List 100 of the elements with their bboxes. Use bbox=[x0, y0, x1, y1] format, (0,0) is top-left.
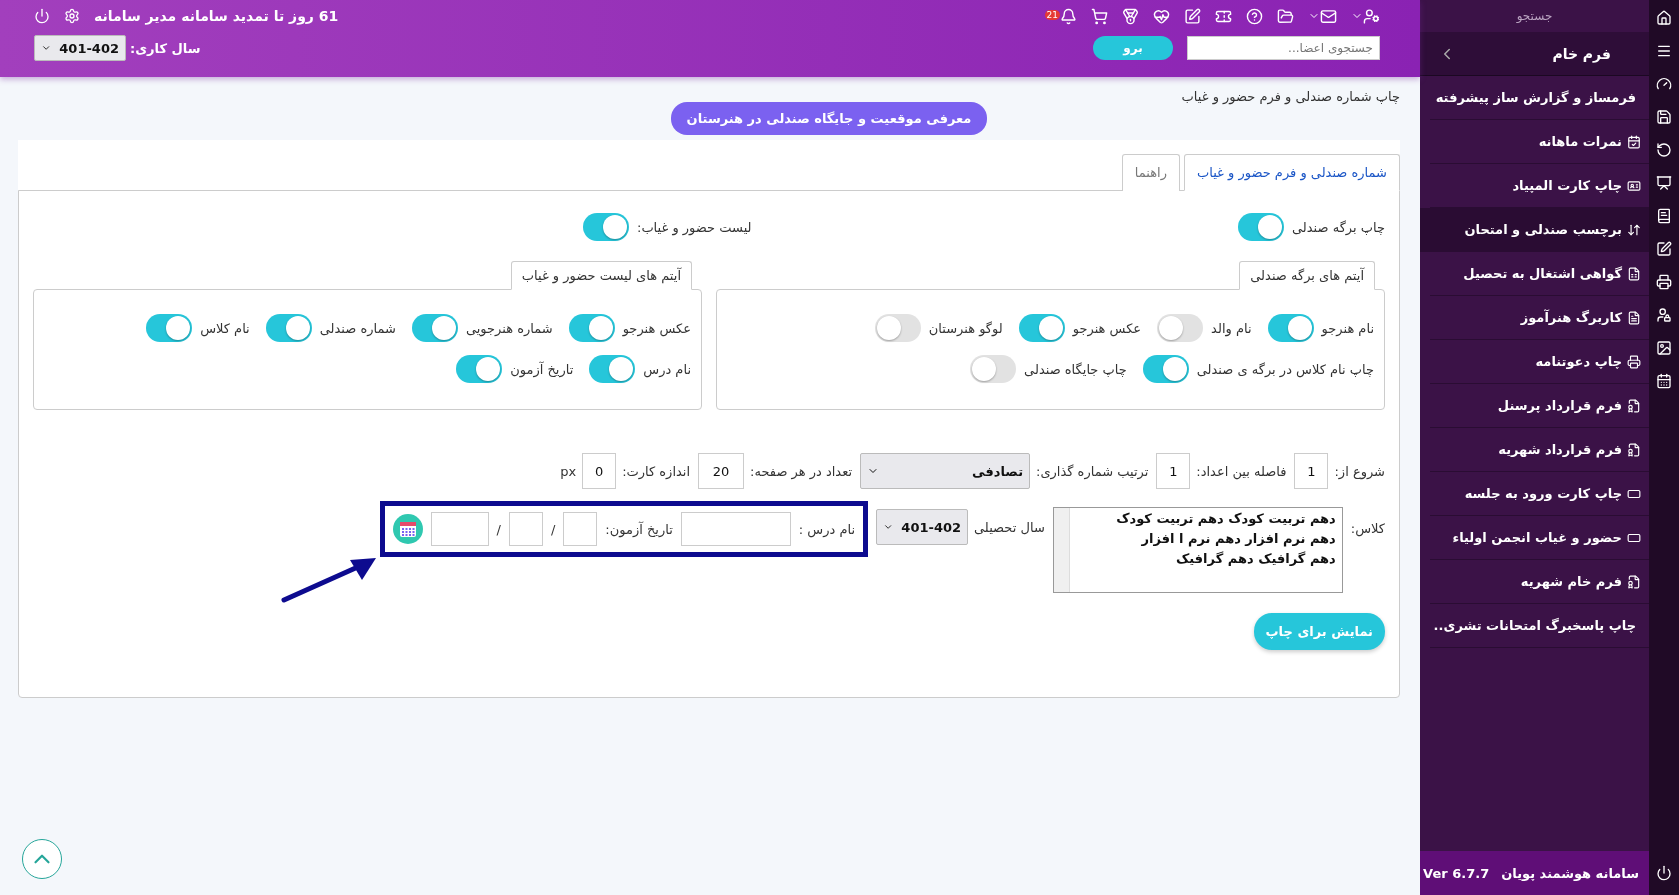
print-icon bbox=[1627, 354, 1641, 369]
version-text: Ver 6.7.7 bbox=[1423, 865, 1490, 881]
power-icon[interactable] bbox=[1656, 865, 1672, 881]
toggle-label: نام والد bbox=[1211, 320, 1252, 336]
group-legend: آیتم های لیست حضور و غیاب bbox=[510, 261, 692, 290]
toggle-switch[interactable] bbox=[583, 213, 629, 241]
toggle-label: شماره صندلی bbox=[319, 320, 396, 336]
toggle-switch[interactable] bbox=[456, 355, 503, 383]
renewal-notice: 61 روز تا تمدید سامانه مدیر سامانه bbox=[94, 8, 339, 24]
toggle-label: نام درس bbox=[643, 361, 691, 377]
sidebar-item[interactable]: حضور و غیاب انجمن اولیاء bbox=[1430, 516, 1649, 560]
menu-icon[interactable] bbox=[1656, 43, 1672, 59]
date-separator: / bbox=[496, 521, 501, 537]
toggle-switch[interactable] bbox=[1018, 314, 1065, 342]
settings-icon[interactable] bbox=[64, 8, 80, 24]
field-label: فاصله بین اعداد: bbox=[1196, 463, 1287, 479]
calendar-icon bbox=[1627, 134, 1641, 149]
user-lock-icon[interactable] bbox=[1656, 307, 1672, 323]
id-card-icon bbox=[1627, 178, 1641, 193]
file-icon bbox=[1627, 442, 1641, 457]
edit-icon[interactable] bbox=[1184, 7, 1201, 25]
help-icon[interactable] bbox=[1246, 7, 1263, 25]
month-field[interactable] bbox=[508, 512, 543, 546]
number-field[interactable]: 0 bbox=[582, 453, 617, 489]
sidebar-item[interactable]: برچسب صندلی و امتحان bbox=[1420, 208, 1649, 252]
bell-icon[interactable] bbox=[1060, 7, 1077, 25]
number-field[interactable]: 1 bbox=[1294, 453, 1329, 489]
school-year-select[interactable]: 401-402 bbox=[876, 509, 968, 545]
toggle-label: چاپ جایگاه صندلی bbox=[1024, 361, 1127, 377]
class-listbox[interactable]: دهم تربیت کودک دهم تربیت کودک دهم نرم افزار دهم نرم ا افزار دهم گرافیک دهم گرافیک bbox=[1052, 507, 1343, 593]
day-field[interactable] bbox=[563, 512, 598, 546]
print-icon[interactable] bbox=[1656, 274, 1672, 290]
sidebar-item[interactable]: فرم قرارداد پرسنل bbox=[1430, 384, 1649, 428]
search-field[interactable]: جستجو bbox=[1420, 0, 1649, 32]
home-icon[interactable] bbox=[1656, 10, 1672, 26]
number-field[interactable]: 1 bbox=[1156, 453, 1191, 489]
heart-pulse-icon[interactable] bbox=[1153, 7, 1170, 25]
app-name: سامانه هوشمند پویان bbox=[1501, 865, 1639, 881]
toggle-switch[interactable] bbox=[265, 314, 312, 342]
toggle-label: نام کلاس bbox=[200, 320, 250, 336]
gauge-icon[interactable] bbox=[1656, 76, 1672, 92]
intro-button[interactable]: معرفی موقعیت و جایگاه صندلی در هنرستان bbox=[670, 102, 988, 135]
medal-icon[interactable] bbox=[1122, 7, 1139, 25]
sidebar-item[interactable]: فرم قرارداد شهریه bbox=[1430, 428, 1649, 472]
scrollbar[interactable] bbox=[1053, 508, 1070, 592]
notification-badge: 21 bbox=[1044, 9, 1060, 20]
exam-date-label: تاریخ آزمون: bbox=[605, 521, 673, 537]
sidebar-item[interactable]: گواهی اشتغال به تحصیل bbox=[1430, 252, 1649, 296]
save-icon[interactable] bbox=[1656, 109, 1672, 125]
group-legend: آیتم های برگه صندلی bbox=[1239, 261, 1375, 290]
course-label: نام درس : bbox=[798, 521, 855, 537]
user-board-icon[interactable] bbox=[1656, 175, 1672, 191]
toggle-switch[interactable] bbox=[568, 314, 615, 342]
toggle-label: شماره هنرجویی bbox=[465, 320, 553, 336]
toggle-label: عکس هنرجو bbox=[1072, 320, 1142, 336]
sidebar-item[interactable]: فرم خام شهریه bbox=[1430, 560, 1649, 604]
document-icon bbox=[1627, 310, 1641, 325]
toggle-switch[interactable] bbox=[1157, 314, 1204, 342]
sidebar-item[interactable]: چاپ کارت ورود به جلسه bbox=[1430, 472, 1649, 516]
toggle-label: عکس هنرجو bbox=[622, 320, 691, 336]
sidebar-item[interactable]: فرمساز و گزارش ساز پیشرفته bbox=[1430, 76, 1649, 120]
calendar-icon[interactable] bbox=[1656, 373, 1672, 389]
year-select[interactable]: 401-402 bbox=[34, 35, 126, 61]
toggle-switch[interactable] bbox=[874, 314, 921, 342]
class-option[interactable]: دهم تربیت کودک دهم تربیت کودک bbox=[1075, 511, 1336, 526]
file-icon bbox=[1627, 398, 1641, 413]
sidebar-item[interactable]: چاپ پاسخبرگ امتحانات تشری.. bbox=[1430, 604, 1649, 648]
toggle-switch[interactable] bbox=[1267, 314, 1314, 342]
mail-icon[interactable] bbox=[1308, 7, 1337, 25]
toggle-switch[interactable] bbox=[1237, 213, 1284, 241]
field-label: تعداد در هر صفحه: bbox=[750, 463, 853, 479]
scroll-top-button[interactable] bbox=[22, 839, 62, 879]
edit-icon[interactable] bbox=[1656, 241, 1672, 257]
year-field[interactable] bbox=[430, 512, 489, 546]
toggle-switch[interactable] bbox=[970, 355, 1017, 383]
class-option[interactable]: دهم نرم افزار دهم نرم ا افزار bbox=[1075, 531, 1336, 546]
member-search-field[interactable]: جستجوی اعضا... bbox=[1187, 36, 1380, 60]
sidebar-item[interactable]: چاپ دعوتنامه bbox=[1430, 340, 1649, 384]
sort-icon bbox=[1627, 222, 1641, 237]
course-field[interactable] bbox=[680, 512, 791, 546]
toggle-switch[interactable] bbox=[589, 355, 636, 383]
toggle-switch[interactable] bbox=[411, 314, 458, 342]
field-label: ترتیب شماره گذاری: bbox=[1036, 463, 1149, 479]
sidebar-item[interactable]: کاربرگ هنرآموز bbox=[1430, 296, 1649, 340]
user-settings-icon[interactable] bbox=[1351, 7, 1380, 25]
sidebar-item[interactable]: نمرات ماهانه bbox=[1430, 120, 1649, 164]
cart-icon[interactable] bbox=[1091, 7, 1108, 25]
order-select[interactable]: تصادفی bbox=[860, 453, 1031, 489]
book-icon[interactable] bbox=[1656, 208, 1672, 224]
class-option[interactable]: دهم گرافیک دهم گرافیک bbox=[1075, 551, 1336, 566]
tab[interactable]: راهنما bbox=[1121, 154, 1180, 191]
number-field[interactable]: 20 bbox=[698, 453, 745, 489]
image-icon[interactable] bbox=[1656, 340, 1672, 356]
folder-icon[interactable] bbox=[1277, 7, 1294, 25]
date-separator: / bbox=[550, 521, 556, 537]
undo-icon[interactable] bbox=[1656, 142, 1672, 158]
tab[interactable]: شماره صندلی و فرم حضور و غیاب bbox=[1183, 154, 1400, 191]
toggle-switch[interactable] bbox=[1142, 355, 1189, 383]
toggle-switch[interactable] bbox=[146, 314, 193, 342]
field-label: اندازه کارت: bbox=[622, 463, 691, 479]
